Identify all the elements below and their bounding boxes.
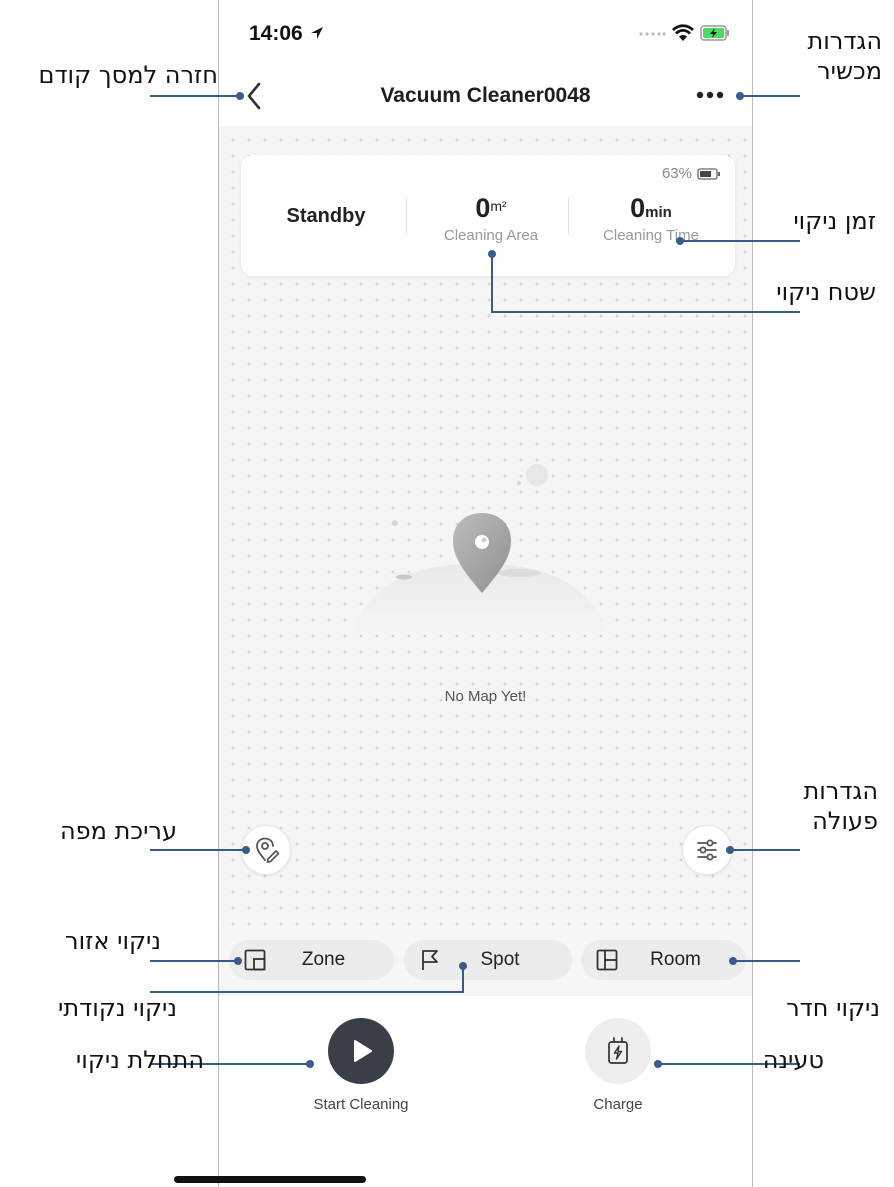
- bottom-actions: Start Cleaning Charge: [219, 996, 752, 1187]
- divider: [568, 197, 569, 235]
- play-icon: [354, 1040, 372, 1062]
- divider: [406, 197, 407, 235]
- cleaning-time-stat: 0min Cleaning Time: [603, 193, 699, 244]
- location-arrow-icon: [310, 27, 323, 39]
- charge-circle[interactable]: [585, 1018, 651, 1084]
- status-time: 14:06: [249, 22, 325, 46]
- battery-icon: [697, 167, 720, 180]
- wifi-icon: [672, 24, 694, 41]
- charging-dock-icon: [608, 1037, 628, 1064]
- page-title: Vacuum Cleaner0048: [380, 84, 591, 107]
- annotation-cleaning-area: שטח ניקוי: [776, 278, 876, 306]
- action-settings-button[interactable]: [682, 825, 732, 875]
- nav-bar: Vacuum Cleaner0048: [219, 70, 752, 126]
- signal-icon: [639, 32, 666, 36]
- cleaning-mode-bar: Zone Spot Room: [219, 926, 752, 996]
- sliders-icon: [697, 839, 717, 861]
- annotation-start-clean: התחלת ניקוי: [75, 1046, 204, 1074]
- more-button[interactable]: [692, 80, 736, 110]
- annotation-cleaning-time: זמן ניקוי: [793, 207, 876, 235]
- annotation-back: חזרה למסך קודם: [38, 61, 218, 89]
- annotation-spot-clean: ניקוי נקודתי: [58, 994, 177, 1022]
- room-icon: [596, 949, 618, 971]
- no-map-text: No Map Yet!: [444, 688, 527, 705]
- annotation-action-settings: הגדרות פעולה: [803, 777, 878, 835]
- map-edit-button[interactable]: [241, 825, 291, 875]
- room-button[interactable]: Room: [581, 940, 746, 980]
- status-card: 63% Standby 0m² Cleaning Area 0min Clean…: [241, 155, 735, 276]
- spot-button[interactable]: Spot: [404, 940, 572, 980]
- flag-icon: [422, 950, 438, 970]
- charge-button[interactable]: Charge: [543, 1018, 693, 1113]
- annotation-charge: טעינה: [762, 1046, 824, 1074]
- start-cleaning-button[interactable]: Start Cleaning: [286, 1018, 436, 1113]
- annotation-room-clean: ניקוי חדר: [786, 994, 880, 1022]
- robot-status: Standby: [286, 205, 366, 227]
- no-map-illustration: [354, 464, 607, 635]
- annotation-zone-clean: ניקוי אזור: [65, 927, 161, 955]
- battery-charging-icon: [700, 25, 729, 41]
- phone-screen: 14:06 Vacuum Cleaner0048 63% Standby 0m²…: [218, 0, 753, 1187]
- start-cleaning-circle[interactable]: [328, 1018, 394, 1084]
- zone-icon: [244, 949, 266, 971]
- more-dots-icon: [696, 91, 724, 99]
- zone-button[interactable]: Zone: [229, 940, 394, 980]
- map-edit-icon: [256, 837, 280, 863]
- annotation-map-edit: עריכת מפה: [60, 817, 177, 845]
- status-bar: 14:06: [219, 0, 752, 70]
- cleaning-area-stat: 0m² Cleaning Area: [443, 193, 539, 244]
- annotation-device-settings: הגדרות מכשיר: [807, 27, 882, 85]
- robot-battery: 63%: [662, 165, 721, 182]
- home-indicator[interactable]: [174, 1176, 366, 1183]
